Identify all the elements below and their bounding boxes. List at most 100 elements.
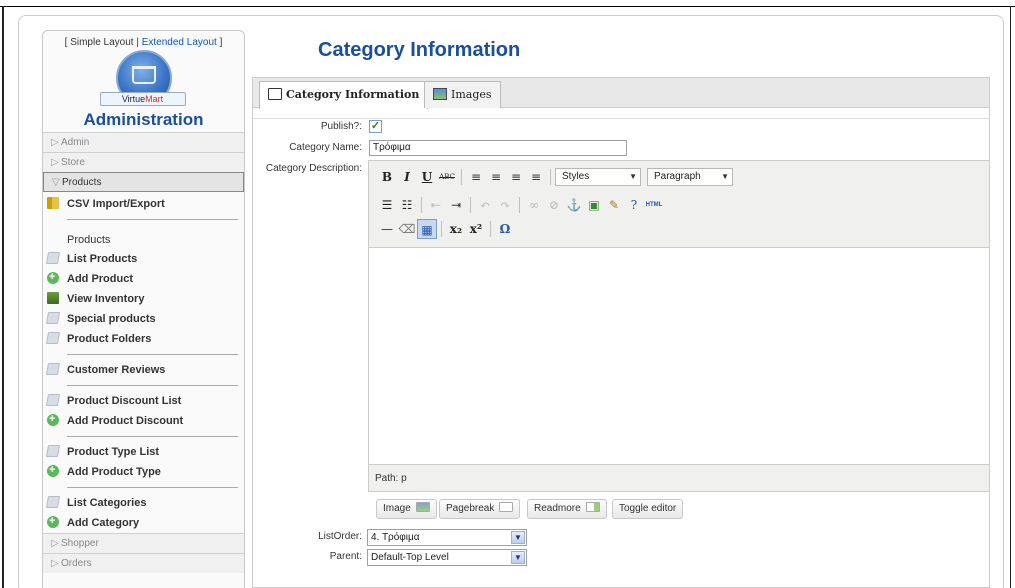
subscript-button[interactable]: x₂: [446, 219, 466, 239]
chevron-right-icon: ▷: [51, 538, 59, 549]
section-admin[interactable]: ▷ Admin: [43, 132, 244, 152]
sidebar-item-label: Customer Reviews: [67, 364, 166, 376]
help-icon[interactable]: ?: [624, 195, 644, 215]
add-icon: [47, 460, 59, 480]
window-top-border: [0, 6, 1015, 7]
list-icon: [45, 496, 61, 508]
toolbar-separator: [550, 169, 551, 185]
indent-icon[interactable]: ⇥: [446, 195, 466, 215]
bold-button[interactable]: B: [377, 167, 397, 187]
sidebar-item-view-inventory[interactable]: View Inventory: [43, 289, 244, 309]
cleanup-icon[interactable]: ✎: [604, 195, 624, 215]
strikethrough-button[interactable]: ABC: [437, 167, 457, 187]
sidebar-item-add-product[interactable]: Add Product: [43, 267, 244, 289]
logo-text-mart: Mart: [145, 94, 164, 104]
sidebar-item-add-product-discount[interactable]: Add Product Discount: [43, 409, 244, 431]
paragraph-select-value: Paragraph: [654, 171, 701, 182]
remove-format-icon[interactable]: ⌫: [397, 219, 417, 239]
divider: [67, 385, 238, 386]
logo-text-virtue: Virtue: [121, 94, 146, 104]
section-products[interactable]: ▽ Products: [43, 172, 244, 192]
csv-icon: [47, 197, 59, 209]
category-name-input[interactable]: Τρόφιμα: [369, 140, 627, 156]
anchor-icon[interactable]: ⚓: [564, 195, 584, 215]
html-source-button[interactable]: HTML: [644, 195, 664, 215]
horizontal-rule-button[interactable]: —: [377, 219, 397, 239]
underline-button[interactable]: U: [417, 167, 437, 187]
layout-divider: |: [133, 37, 142, 48]
sidebar-item-label: Product Type List: [67, 446, 160, 458]
chevron-down-icon: ▼: [511, 551, 525, 564]
image-icon: [415, 502, 430, 512]
align-left-icon[interactable]: ≡: [466, 167, 486, 187]
special-character-button[interactable]: Ω: [495, 219, 515, 239]
add-icon: [47, 511, 59, 531]
sidebar-item-list-categories[interactable]: List Categories: [43, 493, 244, 513]
sidebar-title: Administration: [83, 110, 204, 129]
simple-layout-link[interactable]: Simple Layout: [70, 37, 133, 48]
sidebar-item-csv[interactable]: CSV Import/Export: [43, 194, 244, 214]
pagebreak-button[interactable]: Pagebreak: [439, 499, 521, 519]
numbered-list-icon[interactable]: ☷: [397, 195, 417, 215]
superscript-button[interactable]: x²: [466, 219, 486, 239]
products-heading: Products: [67, 234, 111, 246]
styles-select[interactable]: Styles ▼: [555, 168, 641, 186]
bracket-close: ]: [216, 37, 223, 48]
bullet-list-icon[interactable]: ☰: [377, 195, 397, 215]
listorder-select[interactable]: 4. Τρόφιμα ▼: [367, 529, 527, 546]
chevron-down-icon: ▽: [52, 177, 60, 188]
sidebar-item-product-folders[interactable]: Product Folders: [43, 329, 244, 349]
toolbar-separator: [470, 197, 471, 213]
chevron-right-icon: ▷: [51, 157, 59, 168]
outdent-icon[interactable]: ⇤: [426, 195, 446, 215]
list-icon: [45, 312, 61, 324]
parent-label: Parent:: [329, 551, 362, 562]
button-label: Pagebreak: [446, 503, 495, 514]
styles-select-value: Styles: [562, 171, 590, 182]
sidebar-item-list-products[interactable]: List Products: [43, 249, 244, 269]
button-label: Readmore: [534, 503, 581, 514]
publish-checkbox[interactable]: ✓: [369, 120, 382, 133]
sidebar-item-customer-reviews[interactable]: Customer Reviews: [43, 360, 244, 380]
section-orders[interactable]: ▷ Orders: [43, 553, 244, 573]
toolbar-separator: [441, 221, 442, 237]
section-label: Orders: [61, 558, 92, 569]
button-label: Image: [383, 503, 411, 514]
visual-aid-icon[interactable]: ▦: [417, 219, 437, 239]
extended-layout-link[interactable]: Extended Layout: [142, 37, 217, 48]
editor-content-area[interactable]: [369, 247, 989, 465]
toggle-editor-button[interactable]: Toggle editor: [612, 499, 684, 519]
image-insert-icon[interactable]: ▣: [584, 195, 604, 215]
page-title: Category Information: [318, 39, 521, 61]
parent-select[interactable]: Default-Top Level ▼: [367, 549, 527, 566]
sidebar-item-add-product-type[interactable]: Add Product Type: [43, 460, 244, 482]
paragraph-select[interactable]: Paragraph ▼: [647, 168, 733, 186]
unlink-icon[interactable]: ⊘: [544, 195, 564, 215]
align-justify-icon[interactable]: ≡: [526, 167, 546, 187]
tab-images[interactable]: Images: [424, 81, 501, 108]
align-right-icon[interactable]: ≡: [506, 167, 526, 187]
list-icon: [45, 332, 61, 344]
tab-category-information[interactable]: Category Information: [259, 81, 429, 109]
italic-button[interactable]: I: [397, 167, 417, 187]
sidebar-item-product-discount-list[interactable]: Product Discount List: [43, 391, 244, 411]
dropdown-arrow-icon: ▼: [721, 172, 729, 181]
admin-sidebar: [ Simple Layout | Extended Layout ] Virt…: [42, 30, 245, 588]
sidebar-item-product-type-list[interactable]: Product Type List: [43, 442, 244, 462]
virtuemart-logo: VirtueMart: [99, 50, 186, 106]
category-description-label: Category Description:: [265, 163, 362, 174]
link-icon[interactable]: ∞: [524, 195, 544, 215]
sidebar-item-label: Add Product Type: [67, 466, 161, 478]
redo-icon[interactable]: ↷: [495, 195, 515, 215]
sidebar-item-special-products[interactable]: Special products: [43, 309, 244, 329]
section-shopper[interactable]: ▷ Shopper: [43, 533, 244, 553]
readmore-button[interactable]: Readmore: [527, 499, 607, 519]
align-center-icon[interactable]: ≡: [486, 167, 506, 187]
image-button[interactable]: Image: [376, 499, 437, 519]
section-store[interactable]: ▷ Store: [43, 152, 244, 172]
sidebar-item-label: List Categories: [67, 497, 147, 509]
sidebar-item-label: Add Category: [67, 517, 140, 529]
sidebar-item-add-category[interactable]: Add Category: [43, 511, 244, 533]
sidebar-item-label: View Inventory: [67, 293, 145, 305]
undo-icon[interactable]: ↶: [475, 195, 495, 215]
